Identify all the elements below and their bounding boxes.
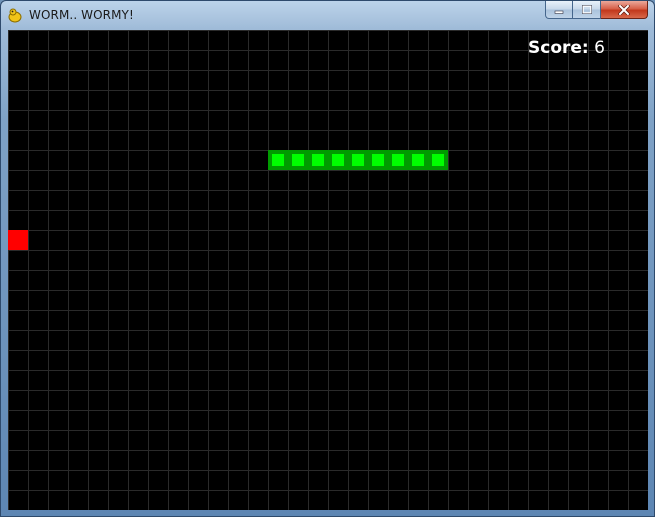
score-label: Score: — [528, 38, 589, 58]
worm-segment — [368, 150, 388, 170]
worm-segment — [388, 150, 408, 170]
minimize-icon — [554, 10, 564, 14]
pygame-snake-icon — [8, 8, 22, 23]
game-board[interactable]: Score: 6 — [8, 30, 648, 510]
worm-segment — [288, 150, 308, 170]
title-bar[interactable]: WORM.. WORMY! — [1, 1, 654, 29]
close-button[interactable] — [601, 1, 648, 19]
worm-segment — [408, 150, 428, 170]
worm-segment — [348, 150, 368, 170]
close-icon — [618, 4, 630, 15]
worm-segment — [308, 150, 328, 170]
maximize-icon — [581, 5, 592, 14]
maximize-button[interactable] — [573, 1, 601, 19]
apple — [8, 230, 28, 250]
worm-head — [428, 150, 448, 170]
minimize-button[interactable] — [545, 1, 573, 19]
score-value: 6 — [594, 38, 605, 58]
score-display: Score: 6 — [528, 38, 605, 58]
window-controls — [545, 1, 648, 20]
worm-segment — [328, 150, 348, 170]
worm-segment — [268, 150, 288, 170]
window-title: WORM.. WORMY! — [29, 8, 134, 22]
app-window: WORM.. WORMY! Score: 6 — [0, 0, 655, 517]
